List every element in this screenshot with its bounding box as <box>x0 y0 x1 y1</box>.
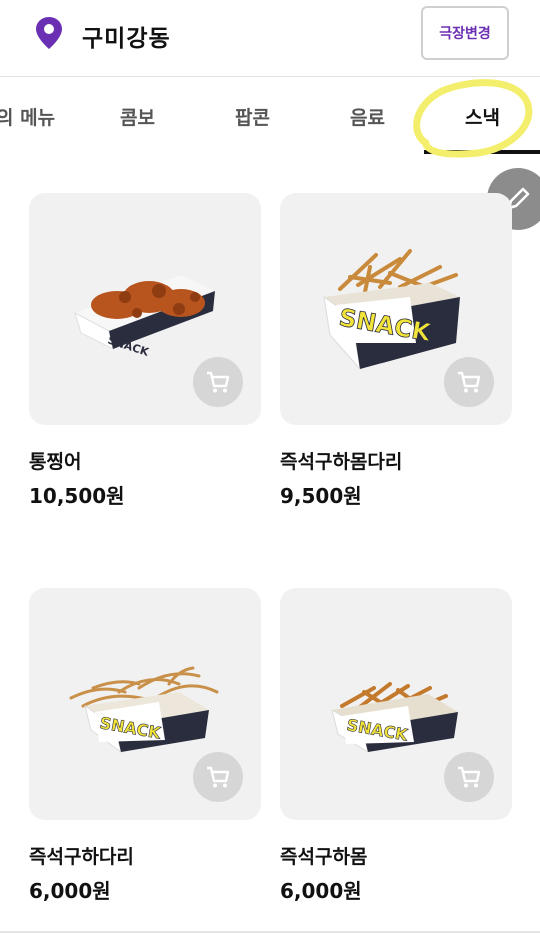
product-price: 6,000원 <box>29 879 111 903</box>
header: 구미강동 극장변경 <box>0 0 540 77</box>
category-tabs: 의 메뉴 콤보 팝콘 음료 스낵 <box>0 77 540 155</box>
product-image[interactable]: SNACK <box>29 588 261 820</box>
product-price: 10,500원 <box>29 484 125 508</box>
product-image[interactable]: SNACK <box>280 193 512 425</box>
add-to-cart-button[interactable] <box>193 752 243 802</box>
product-card[interactable]: SNACK 즉석구하몸 6,000원 <box>280 588 512 903</box>
cart-icon <box>207 371 230 393</box>
tab-snack[interactable]: 스낵 <box>465 103 500 130</box>
tab-combo[interactable]: 콤보 <box>120 103 155 130</box>
cart-icon <box>458 371 481 393</box>
product-name: 즉석구하몸다리 <box>280 451 403 473</box>
product-card[interactable]: SNACK 통찡어 10,500원 <box>29 193 261 508</box>
product-image[interactable]: SNACK <box>29 193 261 425</box>
product-name: 통찡어 <box>29 451 82 473</box>
change-theater-button[interactable]: 극장변경 <box>421 6 509 60</box>
cart-icon <box>458 766 481 788</box>
product-price: 6,000원 <box>280 879 362 903</box>
product-image[interactable]: SNACK <box>280 588 512 820</box>
tab-popcorn[interactable]: 팝콘 <box>235 103 270 130</box>
location-name[interactable]: 구미강동 <box>82 19 171 53</box>
product-name: 즉석구하몸 <box>280 846 368 868</box>
add-to-cart-button[interactable] <box>444 357 494 407</box>
product-card[interactable]: SNACK 즉석구하다리 6,000원 <box>29 588 261 903</box>
product-price: 9,500원 <box>280 484 362 508</box>
product-name: 즉석구하다리 <box>29 846 134 868</box>
tab-recommended[interactable]: 의 메뉴 <box>0 103 55 130</box>
cart-icon <box>207 766 230 788</box>
location-pin-icon <box>36 17 62 49</box>
active-tab-indicator <box>424 150 540 154</box>
add-to-cart-button[interactable] <box>193 357 243 407</box>
product-card[interactable]: SNACK 즉석구하몸다리 9,500원 <box>280 193 512 508</box>
tab-drinks[interactable]: 음료 <box>350 103 385 130</box>
add-to-cart-button[interactable] <box>444 752 494 802</box>
